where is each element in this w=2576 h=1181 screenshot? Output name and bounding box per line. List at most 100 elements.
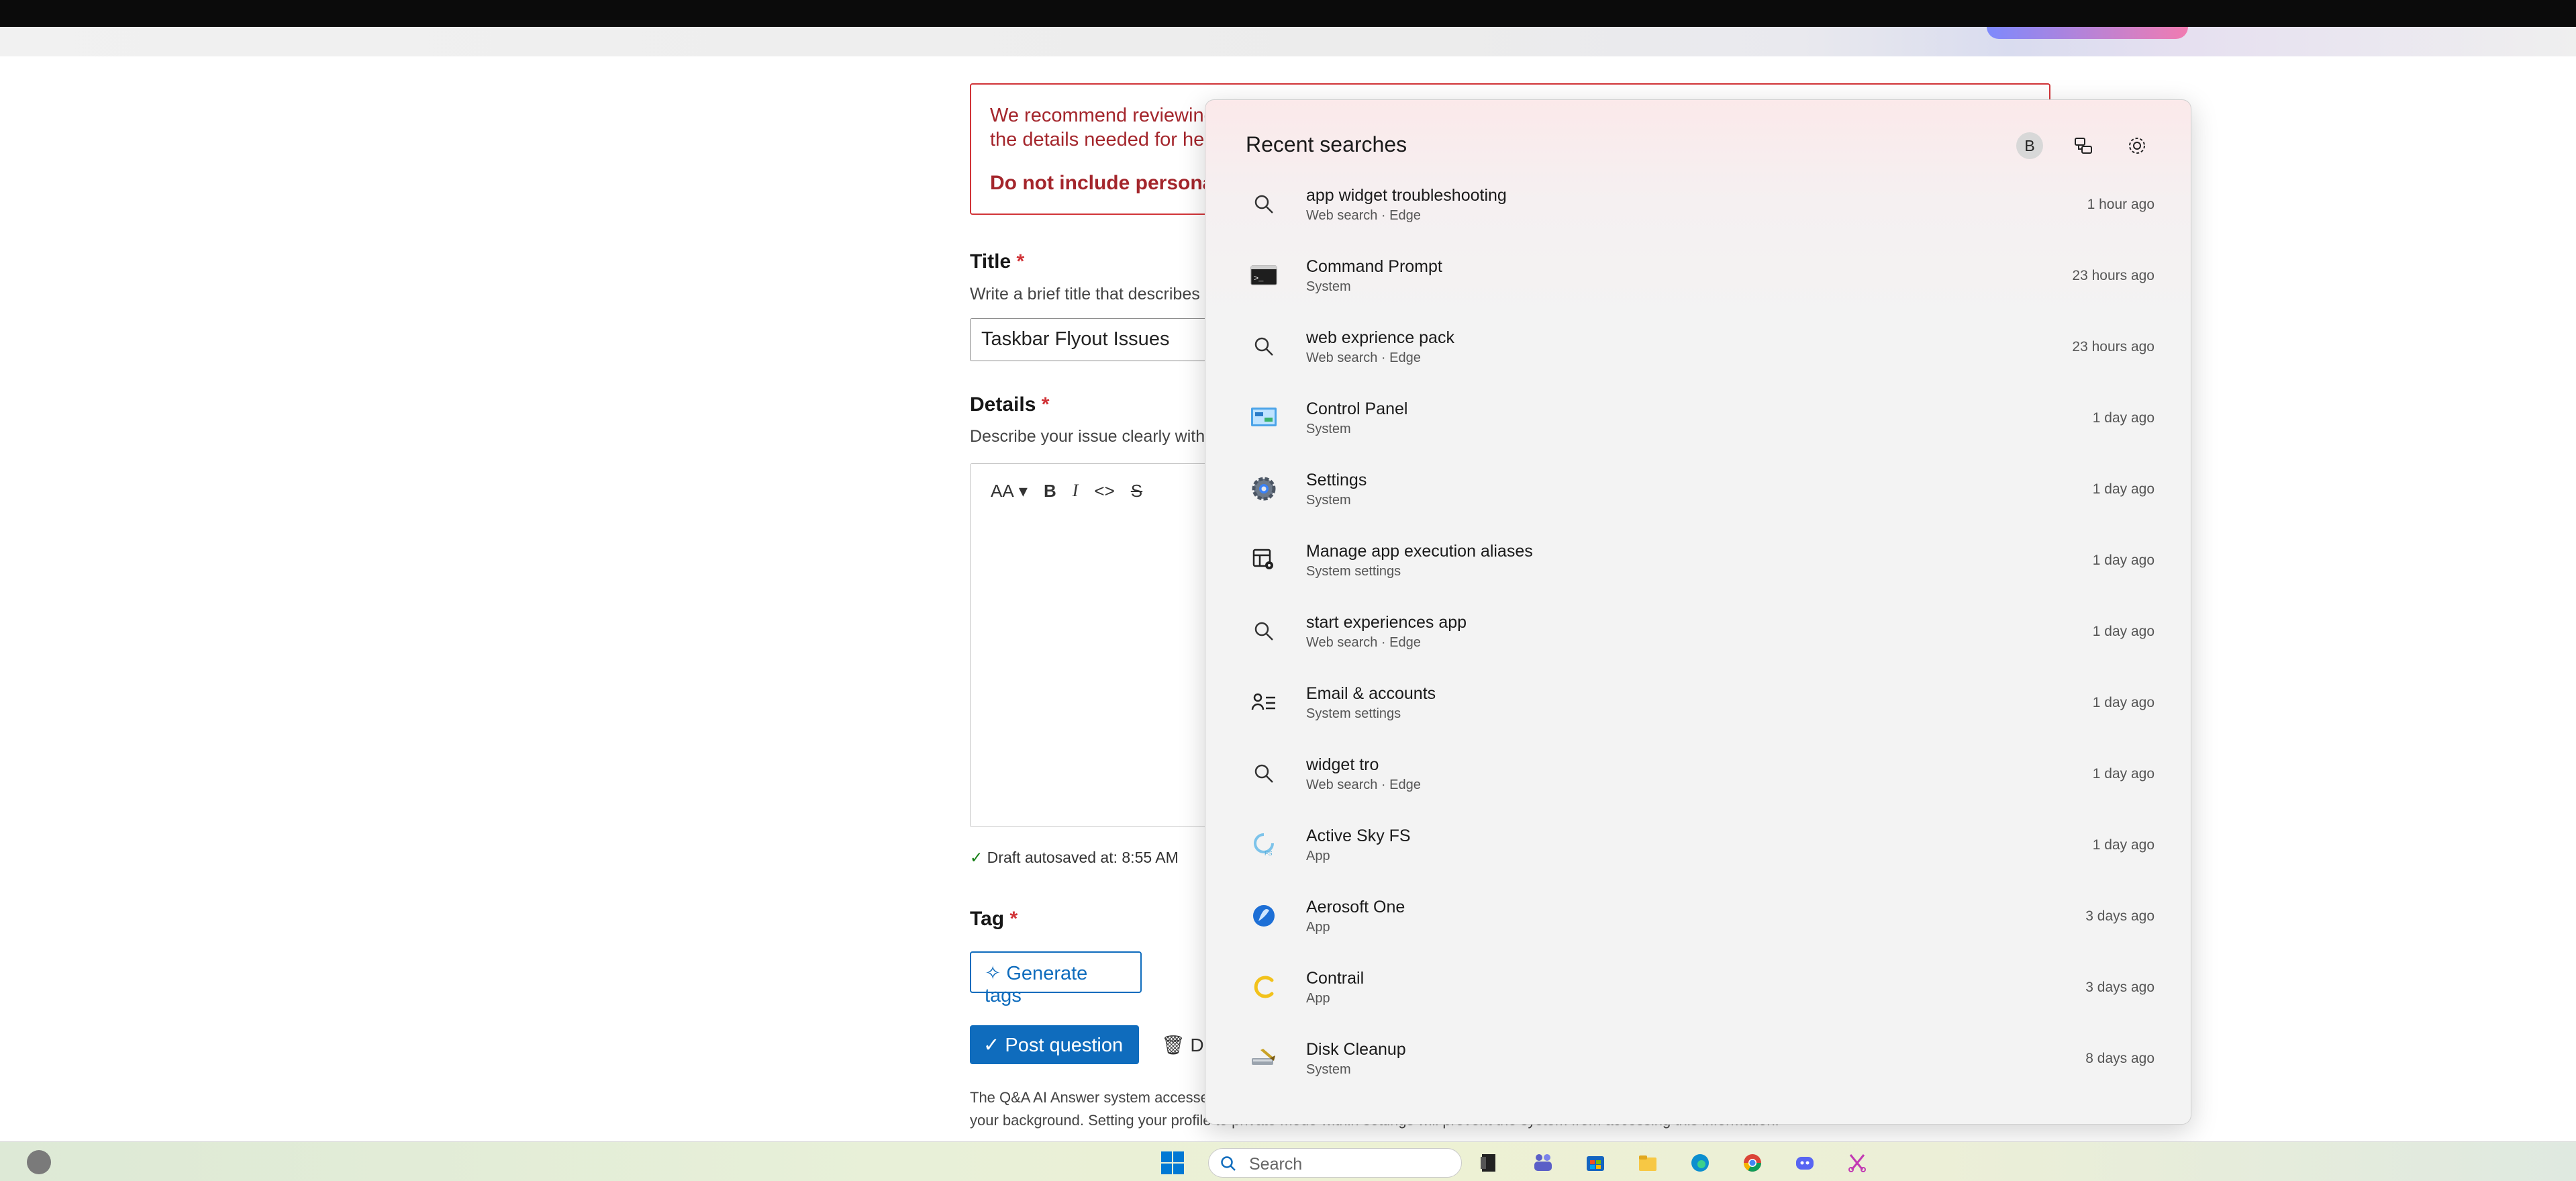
details-help: Describe your issue clearly witho [970,427,1215,446]
item-name: start experiences app [1306,613,1467,632]
recent-search-item[interactable]: Aerosoft One App 3 days ago [1205,880,2191,951]
post-question-label: Post question [1005,1035,1124,1056]
bold-button[interactable]: B [1044,481,1056,502]
accounts-icon [1247,686,1281,719]
recent-search-item[interactable]: Settings System 1 day ago [1205,453,2191,524]
search-icon [1247,757,1281,790]
autosave-text: Draft autosaved at: 8:55 AM [987,849,1179,866]
discord-icon[interactable] [1792,1150,1818,1176]
item-subtitle: System settings [1306,564,1401,579]
item-subtitle: Web search · Edge [1306,208,1421,223]
item-name: Settings [1306,471,1367,489]
edge-icon[interactable] [1687,1150,1713,1176]
snipping-tool-icon[interactable] [1844,1150,1870,1176]
recent-searches-heading: Recent searches [1246,132,1407,156]
recent-search-item[interactable]: app widget troubleshooting Web search · E… [1205,169,2191,240]
item-timestamp: 1 day ago [2092,410,2154,426]
post-question-button[interactable]: ✓ Post question [970,1025,1139,1064]
item-timestamp: 1 day ago [2092,481,2154,497]
share-devices-icon[interactable] [2070,132,2097,159]
item-timestamp: 1 day ago [2092,624,2154,639]
recent-search-item[interactable]: FS Active Sky FS App 1 day ago [1205,809,2191,880]
item-timestamp: 1 hour ago [2087,197,2154,212]
italic-button[interactable]: I [1073,481,1079,501]
details-label: Details * [970,393,1049,416]
item-subtitle: System [1306,422,1351,436]
recent-search-list: app widget troubleshooting Web search · E… [1205,169,2191,1094]
font-size-label: AA [991,480,1014,501]
recent-search-item[interactable]: Manage app execution aliases System setti… [1205,524,2191,596]
recent-search-item[interactable]: widget tro Web search · Edge 1 day ago [1205,738,2191,809]
warning-line-1: We recommend reviewing [990,105,1215,126]
required-mark: * [1016,250,1025,273]
item-name: Control Panel [1306,399,1408,418]
item-name: Active Sky FS [1306,826,1411,845]
item-timestamp: 3 days ago [2085,908,2154,924]
window-top-bar [0,0,2576,27]
account-avatar[interactable]: B [2016,132,2043,159]
recent-search-item[interactable]: Control Panel System 1 day ago [1205,382,2191,453]
svg-text:FS: FS [1265,850,1273,857]
recent-search-item[interactable]: Disk Cleanup System 8 days ago [1205,1023,2191,1094]
settings-icon[interactable] [2124,132,2150,159]
item-subtitle: System [1306,279,1351,294]
settings-gear-icon [1247,472,1281,506]
required-mark: * [1041,393,1050,416]
contrail-icon [1247,970,1281,1004]
widgets-icon[interactable] [27,1150,51,1174]
code-button[interactable]: <> [1094,481,1114,502]
recent-search-item[interactable]: Email & accounts System settings 1 day ago [1205,667,2191,738]
discard-button[interactable]: 🗑 Di [1161,1034,1208,1056]
recent-search-item[interactable]: Contrail App 3 days ago [1205,951,2191,1023]
start-icon[interactable] [1160,1150,1185,1176]
item-name: web exprience pack [1306,328,1454,347]
font-size-button[interactable]: AA ▾ [991,481,1028,502]
item-subtitle: App [1306,920,1330,935]
wallpaper-accent [1987,27,2188,39]
aerosoft-icon [1247,899,1281,933]
svg-text:>_: >_ [1254,274,1264,283]
store-icon[interactable] [1583,1150,1608,1176]
item-timestamp: 1 day ago [2092,695,2154,710]
control-panel-icon [1247,401,1281,434]
chrome-icon[interactable] [1740,1150,1765,1176]
item-timestamp: 8 days ago [2085,1051,2154,1066]
item-subtitle: Web search · Edge [1306,777,1421,792]
tag-label-text: Tag [970,908,1005,930]
browser-tab-strip [0,27,2576,56]
generate-tags-button[interactable]: ✧ Generate tags [970,951,1142,1006]
item-timestamp: 23 hours ago [2072,268,2154,283]
item-name: Email & accounts [1306,684,1436,703]
details-label-text: Details [970,393,1036,416]
item-timestamp: 3 days ago [2085,980,2154,995]
item-subtitle: App [1306,991,1330,1006]
strikethrough-button[interactable]: S [1131,481,1142,502]
item-timestamp: 1 day ago [2092,766,2154,782]
title-label: Title * [970,250,1024,273]
item-name: widget tro [1306,755,1379,774]
disk-cleanup-icon [1247,1041,1281,1075]
item-name: Command Prompt [1306,257,1442,276]
recent-search-item[interactable]: web exprience pack Web search · Edge 23 ho… [1205,311,2191,382]
recent-search-item[interactable]: >_ Command Prompt System 23 hours ago [1205,240,2191,311]
file-explorer-icon[interactable] [1635,1150,1661,1176]
search-icon [1247,330,1281,363]
check-circle-icon: ✓ [970,849,983,866]
title-label-text: Title [970,250,1011,273]
search-icon [1247,187,1281,221]
item-subtitle: System settings [1306,706,1401,721]
teams-icon[interactable] [1530,1150,1556,1176]
sparkle-icon: ✧ [985,963,1001,984]
app-aliases-icon [1247,543,1281,577]
item-timestamp: 1 day ago [2092,553,2154,568]
required-mark: * [1009,908,1018,930]
taskbar-search-box[interactable]: Search [1208,1148,1462,1178]
search-flyout: Recent searches B app widget troubleshoo… [1205,99,2191,1125]
item-subtitle: System [1306,1062,1351,1077]
warning-line-2: the details needed for hel [990,129,1209,150]
task-view-icon[interactable] [1477,1150,1502,1176]
recent-search-item[interactable]: start experiences app Web search · Edge 1 … [1205,596,2191,667]
checkmark-icon: ✓ [983,1035,1000,1056]
taskbar: Search [0,1141,2576,1181]
search-icon [1221,1156,1236,1171]
